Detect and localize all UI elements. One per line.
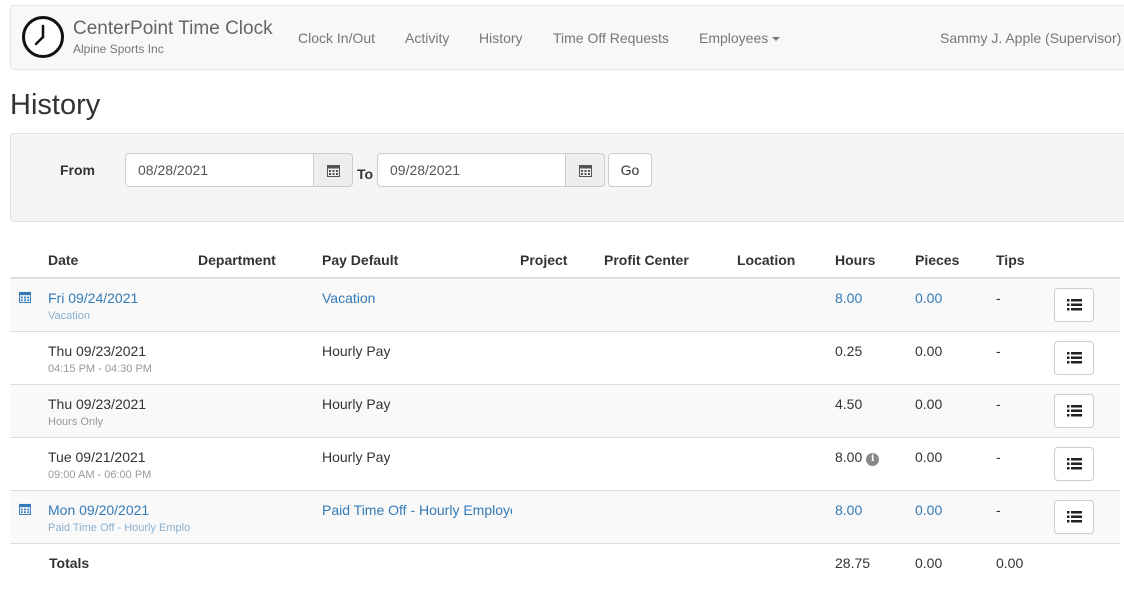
- row-date-link[interactable]: Fri 09/24/2021: [48, 290, 138, 306]
- nav-activity[interactable]: Activity: [405, 30, 449, 46]
- app-title[interactable]: CenterPoint Time Clock: [73, 18, 273, 40]
- row-details-button[interactable]: [1054, 394, 1094, 428]
- row-pieces: 0.00: [915, 290, 943, 306]
- list-icon: [1067, 352, 1082, 364]
- row-pay-default[interactable]: Vacation: [322, 290, 375, 306]
- calendar-icon: [327, 165, 340, 177]
- from-date-input[interactable]: [125, 153, 314, 187]
- info-icon[interactable]: i: [866, 453, 880, 466]
- row-hours: 4.50: [835, 396, 863, 412]
- to-date-input[interactable]: [377, 153, 566, 187]
- history-table: Date Department Pay Default Project Prof…: [10, 241, 1120, 582]
- row-hours: 8.00: [835, 290, 863, 306]
- table-row: Mon 09/20/2021 Paid Time Off - Hourly Em…: [10, 491, 1120, 544]
- row-details-button[interactable]: [1054, 447, 1094, 481]
- totals-hours: 28.75: [835, 555, 871, 571]
- page-title: History: [10, 89, 101, 121]
- header-location: Location: [737, 252, 796, 268]
- nav-employees-label: Employees: [699, 30, 769, 46]
- table-row: Thu 09/23/2021 04:15 PM - 04:30 PM Hourl…: [10, 332, 1120, 385]
- row-pay-default: Hourly Pay: [322, 449, 391, 465]
- row-subtext: 09:00 AM - 06:00 PM: [48, 469, 152, 481]
- list-icon: [1067, 458, 1082, 470]
- caret-down-icon: [772, 37, 781, 42]
- totals-label: Totals: [49, 555, 90, 571]
- nav-clock-in-out[interactable]: Clock In/Out: [298, 30, 375, 46]
- table-header: Date Department Pay Default Project Prof…: [10, 241, 1120, 279]
- header-date: Date: [48, 252, 79, 268]
- list-icon: [1067, 511, 1082, 523]
- go-button[interactable]: Go: [608, 153, 652, 187]
- from-calendar-button[interactable]: [313, 153, 353, 187]
- header-profit-center: Profit Center: [604, 252, 689, 268]
- row-tips: -: [996, 343, 1001, 359]
- row-details-button[interactable]: [1054, 500, 1094, 534]
- calendar-icon: [19, 503, 31, 515]
- row-date: Tue 09/21/2021: [48, 449, 146, 465]
- navbar: CenterPoint Time Clock Alpine Sports Inc…: [10, 5, 1124, 70]
- header-pay-default: Pay Default: [322, 252, 399, 268]
- clock-icon[interactable]: [22, 16, 64, 58]
- row-subtext: Vacation: [48, 310, 90, 322]
- row-date-link[interactable]: Mon 09/20/2021: [48, 502, 149, 518]
- row-hours: 8.00: [835, 502, 863, 518]
- date-filter-panel: From To Go: [10, 133, 1124, 222]
- row-hours: 0.25: [835, 343, 863, 359]
- row-tips: -: [996, 290, 1001, 306]
- row-date: Thu 09/23/2021: [48, 396, 147, 412]
- header-pieces: Pieces: [915, 252, 960, 268]
- header-tips: Tips: [996, 252, 1025, 268]
- row-pay-default: Hourly Pay: [322, 343, 391, 359]
- calendar-icon: [579, 165, 592, 177]
- row-hours-cell: 8.00 i: [835, 449, 880, 466]
- list-icon: [1067, 405, 1082, 417]
- row-subtext: 04:15 PM - 04:30 PM: [48, 363, 152, 375]
- nav-user-menu[interactable]: Sammy J. Apple (Supervisor): [940, 30, 1121, 46]
- table-row: Thu 09/23/2021 Hours Only Hourly Pay 4.5…: [10, 385, 1120, 438]
- row-pieces: 0.00: [915, 502, 943, 518]
- list-icon: [1067, 299, 1082, 311]
- totals-row: Totals 28.75 0.00 0.00: [10, 544, 1120, 582]
- calendar-icon: [19, 291, 31, 303]
- totals-pieces: 0.00: [915, 555, 943, 571]
- totals-tips: 0.00: [996, 555, 1024, 571]
- table-row: Fri 09/24/2021 Vacation Vacation 8.00 0.…: [10, 279, 1120, 332]
- header-department: Department: [198, 252, 276, 268]
- to-label: To: [357, 166, 374, 182]
- row-pay-default[interactable]: Paid Time Off - Hourly Employees: [322, 502, 512, 518]
- row-tips: -: [996, 502, 1001, 518]
- nav-history[interactable]: History: [479, 30, 523, 46]
- company-name: Alpine Sports Inc: [73, 42, 164, 56]
- table-row: Tue 09/21/2021 09:00 AM - 06:00 PM Hourl…: [10, 438, 1120, 491]
- row-tips: -: [996, 449, 1001, 465]
- nav-time-off-requests[interactable]: Time Off Requests: [553, 30, 669, 46]
- row-pieces: 0.00: [915, 396, 943, 412]
- row-tips: -: [996, 396, 1001, 412]
- row-hours: 8.00: [835, 449, 863, 465]
- to-calendar-button[interactable]: [565, 153, 605, 187]
- nav-employees-dropdown[interactable]: Employees: [699, 30, 781, 46]
- row-details-button[interactable]: [1054, 341, 1094, 375]
- row-pieces: 0.00: [915, 449, 943, 465]
- header-project: Project: [520, 252, 568, 268]
- from-label: From: [60, 162, 95, 178]
- row-subtext: Paid Time Off - Hourly Employees: [48, 522, 190, 534]
- header-hours: Hours: [835, 252, 876, 268]
- row-subtext: Hours Only: [48, 416, 104, 428]
- row-details-button[interactable]: [1054, 288, 1094, 322]
- row-pieces: 0.00: [915, 343, 943, 359]
- row-pay-default: Hourly Pay: [322, 396, 391, 412]
- row-date: Thu 09/23/2021: [48, 343, 147, 359]
